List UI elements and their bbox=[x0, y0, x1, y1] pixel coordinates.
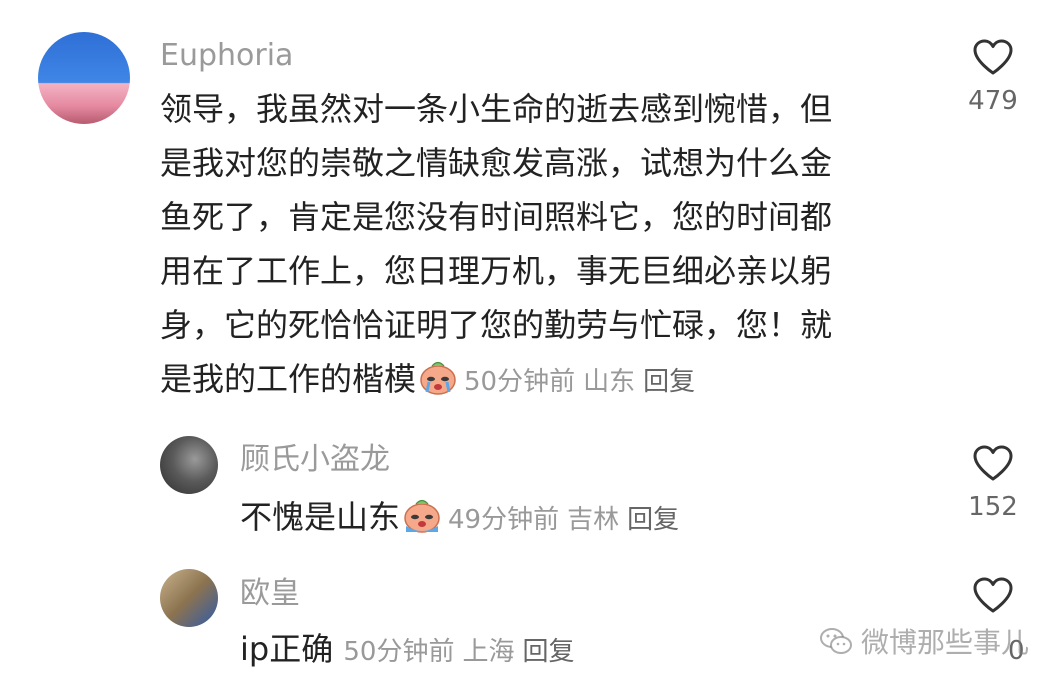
heart-icon bbox=[973, 39, 1013, 75]
comment-meta: 50分钟前 山东 回复 bbox=[464, 367, 703, 397]
watermark-text: 微博那些事儿 bbox=[860, 626, 1029, 659]
reply-button[interactable]: 回复 bbox=[523, 637, 575, 667]
heart-icon bbox=[973, 445, 1013, 481]
comment-text-line: 是我对您的崇敬之情缺愈发高涨，试想为什么金 bbox=[160, 144, 833, 182]
comment-meta: 50分钟前 上海 回复 bbox=[343, 637, 582, 667]
comment-meta: 49分钟前 吉林 回复 bbox=[448, 505, 687, 535]
avatar[interactable] bbox=[160, 436, 218, 494]
heart-icon bbox=[973, 577, 1013, 613]
comment-text-line: 是我的工作的楷模 50分钟前 山东 回复 bbox=[160, 352, 832, 409]
comment-time: 50分钟前 bbox=[464, 367, 576, 397]
comment-text-line: ip正确 50分钟前 上海 回复 bbox=[240, 622, 583, 679]
comment-text-line: 身，它的死恰恰证明了您的勤劳与忙碌，您！就 bbox=[160, 306, 833, 344]
comment-text: 领导，我虽然对一条小生命的逝去感到惋惜，但 是我对您的崇敬之情缺愈发高涨，试想为… bbox=[160, 82, 832, 409]
comment-text-body: 不愧是山东 bbox=[240, 498, 401, 536]
avatar[interactable] bbox=[38, 32, 130, 124]
crying-face-emoji-icon bbox=[420, 361, 456, 395]
like-button[interactable]: 479 bbox=[948, 38, 1038, 116]
comment-location: 上海 bbox=[462, 637, 515, 667]
comment-text-body: ip正确 bbox=[240, 630, 334, 668]
comment-text: ip正确 50分钟前 上海 回复 bbox=[240, 622, 583, 679]
comment-time: 49分钟前 bbox=[448, 505, 560, 535]
comment-time: 50分钟前 bbox=[343, 637, 455, 667]
like-count: 152 bbox=[968, 492, 1018, 522]
watermark: 微博那些事儿 bbox=[819, 621, 1029, 661]
like-button[interactable]: 152 bbox=[948, 444, 1038, 522]
comment-text-line: 领导，我虽然对一条小生命的逝去感到惋惜，但 bbox=[160, 90, 833, 128]
comment-text-line: 鱼死了，肯定是您没有时间照料它，您的时间都 bbox=[160, 198, 833, 236]
comment-text-line: 不愧是山东 49分钟前 吉林 回复 bbox=[240, 490, 687, 547]
comment-location: 吉林 bbox=[567, 505, 620, 535]
crying-face-emoji-icon bbox=[404, 499, 440, 533]
comment-username[interactable]: 顾氏小盗龙 bbox=[240, 442, 390, 478]
avatar[interactable] bbox=[160, 569, 218, 627]
reply-button[interactable]: 回复 bbox=[627, 505, 679, 535]
comment-location: 山东 bbox=[583, 367, 636, 397]
comment-username[interactable]: Euphoria bbox=[160, 38, 293, 74]
comment-text: 不愧是山东 49分钟前 吉林 回复 bbox=[240, 490, 687, 547]
wechat-icon bbox=[819, 628, 852, 654]
like-button[interactable]: 0 bbox=[948, 576, 1038, 666]
comment-text-line: 用在了工作上，您日理万机，事无巨细必亲以躬 bbox=[160, 252, 833, 290]
reply-button[interactable]: 回复 bbox=[643, 367, 695, 397]
comment-username[interactable]: 欧皇 bbox=[240, 576, 300, 612]
comment-text-last: 是我的工作的楷模 bbox=[160, 360, 417, 398]
like-count: 479 bbox=[968, 86, 1018, 116]
